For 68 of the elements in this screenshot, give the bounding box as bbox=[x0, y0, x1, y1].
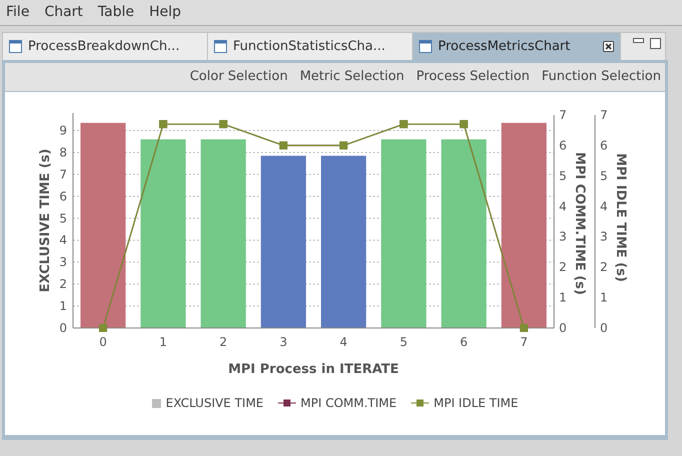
data-point bbox=[219, 120, 228, 128]
tick-label: 7 bbox=[600, 108, 608, 122]
menu-item[interactable]: Chart bbox=[44, 2, 83, 23]
tick-label: 7 bbox=[559, 108, 567, 122]
toolbar-button[interactable]: Function Selection bbox=[542, 67, 661, 87]
data-point bbox=[279, 141, 288, 150]
window-icon bbox=[419, 40, 432, 53]
tick-label: 4 bbox=[340, 335, 348, 349]
tick-label: 1 bbox=[159, 335, 167, 349]
tick-label: 0 bbox=[59, 321, 67, 335]
toolbar-button[interactable]: Process Selection bbox=[416, 67, 530, 87]
data-point bbox=[99, 324, 108, 332]
tick-label: 6 bbox=[559, 138, 567, 152]
tick-label: 2 bbox=[559, 260, 567, 274]
tick-label: 5 bbox=[559, 168, 567, 183]
data-point bbox=[460, 120, 468, 128]
tick-label: 1 bbox=[600, 290, 608, 305]
legend-label: MPI COMM.TIME bbox=[300, 395, 397, 412]
axis-title: MPI COMM.TIME (s) bbox=[572, 152, 587, 295]
data-point bbox=[340, 141, 348, 150]
legend-line-icon bbox=[410, 399, 429, 407]
tick-label: 6 bbox=[600, 138, 608, 152]
tick-label: 4 bbox=[600, 199, 608, 214]
tick-label: 1 bbox=[59, 299, 67, 314]
legend-label: EXCLUSIVE TIME bbox=[166, 395, 264, 412]
minimize-icon[interactable] bbox=[633, 38, 644, 44]
toolbar-button[interactable]: Color Selection bbox=[190, 67, 288, 87]
toolbar-button[interactable]: Metric Selection bbox=[300, 67, 404, 87]
window-icon bbox=[9, 40, 22, 53]
maximize-icon[interactable] bbox=[650, 38, 661, 49]
tick-label: 9 bbox=[59, 124, 67, 138]
tick-label: 4 bbox=[59, 233, 67, 248]
tick-label: 4 bbox=[559, 199, 567, 214]
tab[interactable]: ProcessBreakdownCh... bbox=[3, 33, 208, 60]
close-icon[interactable] bbox=[603, 41, 614, 52]
window-icon bbox=[214, 40, 227, 53]
axis-title: EXCLUSIVE TIME (s) bbox=[38, 148, 53, 292]
tab[interactable]: FunctionStatisticsCha... bbox=[208, 33, 413, 60]
tick-label: 7 bbox=[520, 335, 528, 349]
data-point bbox=[159, 120, 168, 128]
tick-label: 2 bbox=[59, 277, 67, 292]
tick-label: 5 bbox=[600, 168, 608, 183]
tick-label: 6 bbox=[460, 335, 468, 349]
legend-label: MPI IDLE TIME bbox=[434, 395, 518, 412]
menu-item[interactable]: Table bbox=[98, 2, 134, 23]
tick-label: 8 bbox=[59, 146, 67, 160]
tick-label: 0 bbox=[99, 335, 107, 349]
tick-label: 5 bbox=[59, 211, 67, 226]
menu-item[interactable]: File bbox=[6, 2, 30, 23]
tick-label: 3 bbox=[600, 230, 608, 244]
tick-label: 3 bbox=[280, 335, 288, 349]
axis-title: MPI IDLE TIME (s) bbox=[613, 153, 628, 282]
menu-item[interactable]: Help bbox=[149, 2, 182, 23]
tick-label: 7 bbox=[59, 167, 67, 182]
tick-label: 0 bbox=[600, 321, 608, 335]
tick-label: 1 bbox=[559, 290, 567, 305]
tick-label: 3 bbox=[559, 230, 567, 244]
tick-label: 2 bbox=[600, 260, 608, 274]
tick-label: 6 bbox=[59, 189, 67, 204]
tab[interactable]: ProcessMetricsChart bbox=[413, 33, 621, 60]
tick-label: 3 bbox=[59, 255, 67, 270]
tick-label: 0 bbox=[559, 321, 567, 335]
axis-title: MPI Process in ITERATE bbox=[228, 362, 399, 377]
data-point bbox=[400, 120, 408, 128]
tick-label: 5 bbox=[400, 335, 408, 349]
legend-line-icon bbox=[278, 399, 296, 407]
tick-label: 2 bbox=[220, 335, 228, 349]
data-point bbox=[520, 324, 528, 332]
